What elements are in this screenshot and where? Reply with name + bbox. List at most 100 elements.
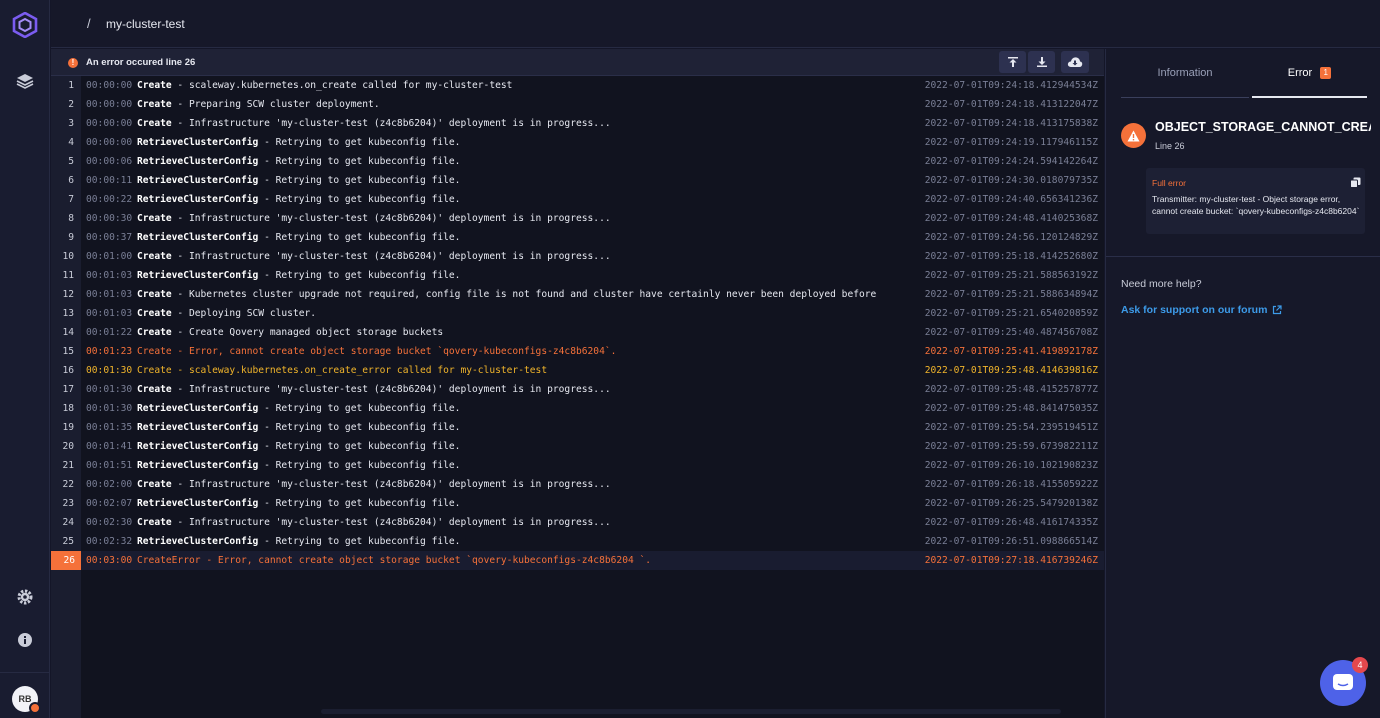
log-time: 00:02:00 — [86, 479, 133, 490]
copy-icon[interactable] — [1350, 177, 1361, 188]
line-number[interactable]: 18 — [51, 399, 74, 418]
line-number[interactable]: 3 — [51, 114, 74, 133]
log-text: - Infrastructure 'my-cluster-test (z4c8b… — [171, 213, 611, 224]
line-number[interactable]: 21 — [51, 456, 74, 475]
line-number[interactable]: 24 — [51, 513, 74, 532]
log-row[interactable]: 21 00:01:51 RetrieveClusterConfig - Retryi… — [51, 456, 1104, 475]
log-step: RetrieveClusterConfig — [137, 175, 259, 186]
log-text: - scaleway.kubernetes.on_create called f… — [171, 80, 513, 91]
line-number[interactable]: 8 — [51, 209, 74, 228]
log-text: - Retrying to get kubeconfig file. — [258, 460, 461, 471]
horizontal-scrollbar[interactable] — [321, 709, 1061, 714]
breadcrumb-cluster[interactable]: my-cluster-test — [106, 17, 185, 31]
tab-information[interactable]: Information — [1121, 49, 1249, 98]
log-row[interactable]: 3 00:00:00 Create - Infrastructure 'my-clu… — [51, 114, 1104, 133]
log-row[interactable]: 4 00:00:00 RetrieveClusterConfig - Retryin… — [51, 133, 1104, 152]
qovery-logo-icon[interactable] — [12, 12, 38, 38]
log-message: RetrieveClusterConfig - Retrying to get … — [137, 171, 460, 190]
log-timestamp: 2022-07-01T09:25:18.414252680Z — [924, 251, 1098, 262]
line-number[interactable]: 11 — [51, 266, 74, 285]
log-row[interactable]: 24 00:02:30 Create - Infrastructure 'my-cl… — [51, 513, 1104, 532]
log-row[interactable]: 12 00:01:03 Create - Kubernetes cluster up… — [51, 285, 1104, 304]
log-row[interactable]: 10 00:01:00 Create - Infrastructure 'my-cl… — [51, 247, 1104, 266]
line-number[interactable]: 12 — [51, 285, 74, 304]
log-row[interactable]: 23 00:02:07 RetrieveClusterConfig - Retryi… — [51, 494, 1104, 513]
log-row[interactable]: 7 00:00:22 RetrieveClusterConfig - Retryin… — [51, 190, 1104, 209]
log-timestamp: 2022-07-01T09:26:10.102190823Z — [924, 460, 1098, 471]
line-number[interactable]: 5 — [51, 152, 74, 171]
log-text: - Retrying to get kubeconfig file. — [258, 156, 461, 167]
error-line[interactable]: Line 26 — [1155, 141, 1185, 151]
line-number[interactable]: 7 — [51, 190, 74, 209]
log-step: RetrieveClusterConfig — [137, 460, 259, 471]
forum-support-link[interactable]: Ask for support on our forum — [1121, 304, 1283, 316]
gear-icon[interactable] — [15, 587, 35, 607]
arrow-up-to-line-icon — [1007, 57, 1018, 67]
log-step: RetrieveClusterConfig — [137, 498, 259, 509]
log-row[interactable]: 9 00:00:37 RetrieveClusterConfig - Retryin… — [51, 228, 1104, 247]
log-time: 00:01:41 — [86, 441, 133, 452]
error-count-badge: 1 — [1320, 66, 1332, 79]
line-number[interactable]: 13 — [51, 304, 74, 323]
log-row[interactable]: 11 00:01:03 RetrieveClusterConfig - Retryi… — [51, 266, 1104, 285]
log-text: - Error, cannot create object storage bu… — [171, 346, 617, 357]
log-text: - Infrastructure 'my-cluster-test (z4c8b… — [171, 251, 611, 262]
log-row[interactable]: 25 00:02:32 RetrieveClusterConfig - Retryi… — [51, 532, 1104, 551]
log-panel: ! An error occured line 26 1 00:00:00 Crea… — [51, 49, 1104, 718]
line-number[interactable]: 17 — [51, 380, 74, 399]
tab-error-label: Error — [1287, 66, 1313, 79]
log-error-message: An error occured line 26 — [86, 57, 196, 68]
full-error-label: Full error — [1152, 178, 1187, 188]
line-number[interactable]: 16 — [51, 361, 74, 380]
log-row[interactable]: 15 00:01:23 Create - Error, cannot create … — [51, 342, 1104, 361]
line-number[interactable]: 9 — [51, 228, 74, 247]
log-row[interactable]: 6 00:00:11 RetrieveClusterConfig - Retryin… — [51, 171, 1104, 190]
line-number[interactable]: 15 — [51, 342, 74, 361]
download-logs-button[interactable] — [1061, 51, 1089, 73]
log-row[interactable]: 20 00:01:41 RetrieveClusterConfig - Retryi… — [51, 437, 1104, 456]
line-number[interactable]: 2 — [51, 95, 74, 114]
log-row[interactable]: 16 00:01:30 Create - scaleway.kubernetes.o… — [51, 361, 1104, 380]
log-row[interactable]: 8 00:00:30 Create - Infrastructure 'my-clu… — [51, 209, 1104, 228]
line-number[interactable]: 26 — [51, 551, 81, 570]
scroll-bottom-button[interactable] — [1028, 51, 1055, 73]
log-timestamp: 2022-07-01T09:25:48.414639816Z — [924, 365, 1098, 376]
line-number[interactable]: 20 — [51, 437, 74, 456]
log-row[interactable]: 19 00:01:35 RetrieveClusterConfig - Retryi… — [51, 418, 1104, 437]
line-number[interactable]: 4 — [51, 133, 74, 152]
layers-icon[interactable] — [15, 71, 35, 91]
tab-error[interactable]: Error 1 — [1252, 49, 1367, 98]
info-icon[interactable] — [15, 630, 35, 650]
log-message: RetrieveClusterConfig - Retrying to get … — [137, 494, 460, 513]
log-row[interactable]: 13 00:01:03 Create - Deploying SCW cluster… — [51, 304, 1104, 323]
log-row[interactable]: 26 00:03:00 CreateError - Error, cannot cr… — [51, 551, 1104, 570]
line-number[interactable]: 14 — [51, 323, 74, 342]
log-row[interactable]: 14 00:01:22 Create - Create Qovery managed… — [51, 323, 1104, 342]
line-number[interactable]: 22 — [51, 475, 74, 494]
log-message: Create - Kubernetes cluster upgrade not … — [137, 285, 876, 304]
log-row[interactable]: 18 00:01:30 RetrieveClusterConfig - Retryi… — [51, 399, 1104, 418]
line-number[interactable]: 1 — [51, 76, 74, 95]
log-message: RetrieveClusterConfig - Retrying to get … — [137, 266, 460, 285]
log-row[interactable]: 2 00:00:00 Create - Preparing SCW cluster … — [51, 95, 1104, 114]
tab-information-label: Information — [1157, 67, 1213, 79]
log-row[interactable]: 5 00:00:06 RetrieveClusterConfig - Retryin… — [51, 152, 1104, 171]
log-message: Create - Preparing SCW cluster deploymen… — [137, 95, 380, 114]
log-text: - Infrastructure 'my-cluster-test (z4c8b… — [171, 118, 611, 129]
log-timestamp: 2022-07-01T09:25:59.673982211Z — [924, 441, 1098, 452]
line-number[interactable]: 19 — [51, 418, 74, 437]
log-row[interactable]: 1 00:00:00 Create - scaleway.kubernetes.on… — [51, 76, 1104, 95]
line-number[interactable]: 6 — [51, 171, 74, 190]
log-step: RetrieveClusterConfig — [137, 422, 259, 433]
line-number[interactable]: 10 — [51, 247, 74, 266]
log-time: 00:00:30 — [86, 213, 133, 224]
scroll-top-button[interactable] — [999, 51, 1026, 73]
log-step: RetrieveClusterConfig — [137, 270, 259, 281]
log-row[interactable]: 22 00:02:00 Create - Infrastructure 'my-cl… — [51, 475, 1104, 494]
log-message: RetrieveClusterConfig - Retrying to get … — [137, 437, 460, 456]
line-number[interactable]: 23 — [51, 494, 74, 513]
log-time: 00:01:30 — [86, 403, 133, 414]
log-text: - Retrying to get kubeconfig file. — [258, 403, 461, 414]
log-row[interactable]: 17 00:01:30 Create - Infrastructure 'my-cl… — [51, 380, 1104, 399]
line-number[interactable]: 25 — [51, 532, 74, 551]
